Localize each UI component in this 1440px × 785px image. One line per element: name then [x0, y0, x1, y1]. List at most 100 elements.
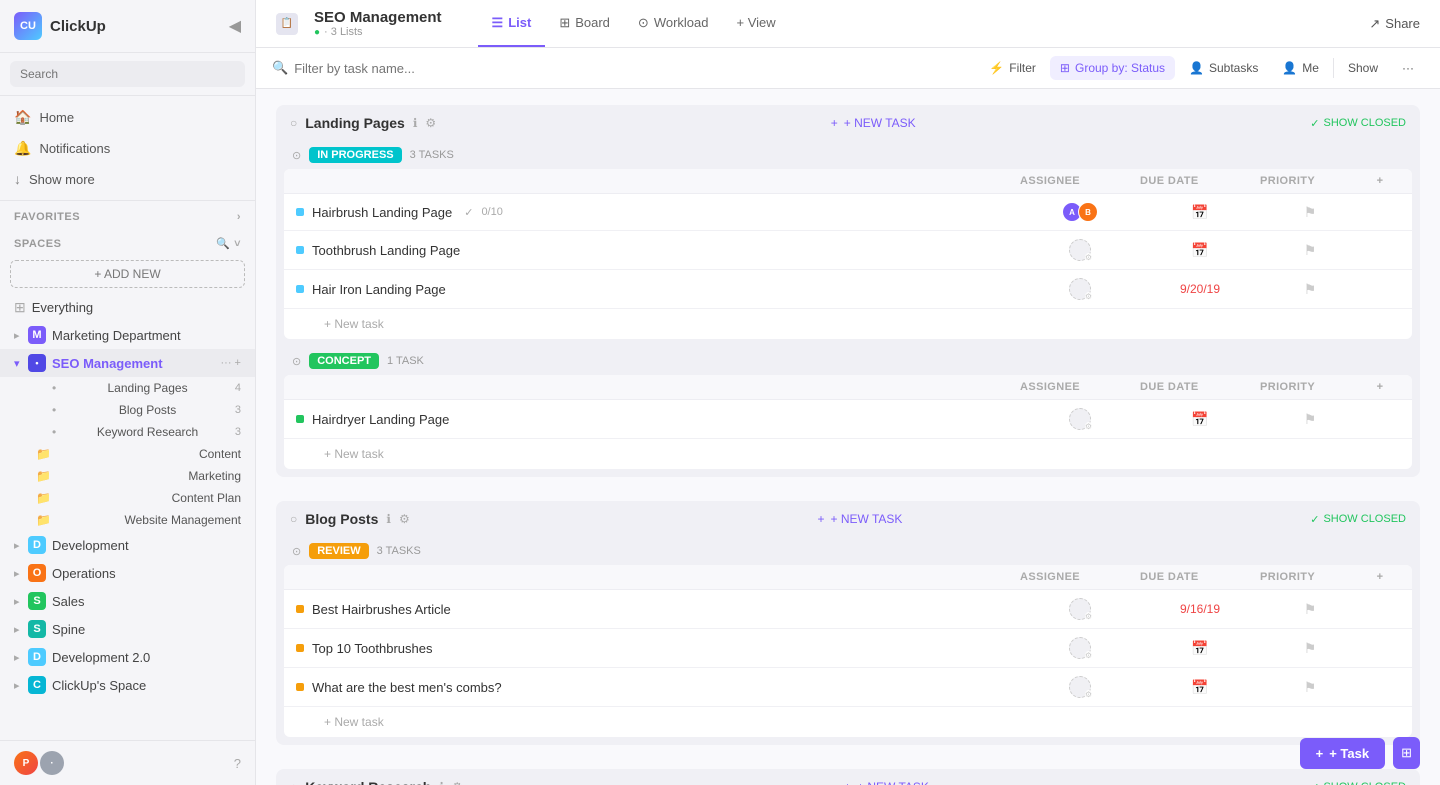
seo-mgmt-actions[interactable]: ··· + [221, 357, 241, 369]
section-info-icon3[interactable]: ℹ [439, 780, 444, 785]
section-settings-icon2[interactable]: ⚙ [399, 512, 410, 526]
sidebar-item-marketing-department[interactable]: ▸ M Marketing Department [0, 321, 255, 349]
table-row[interactable]: Best Hairbrushes Article 9/16/19 ⚑ [284, 590, 1412, 629]
priority-cell[interactable]: ⚑ [1260, 281, 1360, 298]
sidebar-item-seo-management[interactable]: ▾ • SEO Management ··· + [0, 349, 255, 377]
folder-icon3: 📁 [36, 491, 51, 505]
sidebar-item-website-mgmt[interactable]: 📁 Website Management [0, 509, 255, 531]
col-assignee: ASSIGNEE [1020, 175, 1140, 187]
section-info-icon2[interactable]: ℹ [386, 512, 391, 526]
section-settings-icon[interactable]: ⚙ [425, 116, 436, 130]
section-keyword-research-header: ○ Keyword Research ℹ ⚙ + + NEW TASK ✓ SH… [276, 769, 1420, 785]
filter-input[interactable] [294, 61, 470, 76]
user-avatar[interactable]: P [14, 751, 38, 775]
section-add-task-button2[interactable]: + + NEW TASK [818, 512, 903, 526]
notifications-icon: 🔔 [14, 140, 31, 157]
sidebar-item-everything[interactable]: ⊞ Everything [0, 294, 255, 321]
tab-workload[interactable]: ⊙ Workload [624, 1, 723, 47]
sidebar-item-dev2[interactable]: ▸ D Development 2.0 [0, 643, 255, 671]
sidebar-item-clickup-space[interactable]: ▸ C ClickUp's Space [0, 671, 255, 699]
section-add-task-button[interactable]: + + NEW TASK [831, 116, 916, 130]
sidebar-item-sales[interactable]: ▸ S Sales [0, 587, 255, 615]
everything-label: Everything [32, 300, 93, 315]
tab-board[interactable]: ⊞ Board [545, 1, 624, 47]
sidebar-item-content-plan[interactable]: 📁 Content Plan [0, 487, 255, 509]
dot-icon: • [52, 381, 56, 395]
add-task-button[interactable]: + + Task [1300, 738, 1385, 769]
priority-cell[interactable]: ⚑ [1260, 242, 1360, 259]
me-button[interactable]: 👤 Me [1272, 56, 1329, 80]
col-add3[interactable]: + [1360, 571, 1400, 583]
subtasks-button[interactable]: 👤 Subtasks [1179, 56, 1268, 80]
priority-cell[interactable]: ⚑ [1260, 601, 1360, 618]
priority-cell[interactable]: ⚑ [1260, 411, 1360, 428]
status-group-concept: ⊙ CONCEPT 1 TASK ASSIGNEE DUE DATE PRIOR… [284, 347, 1412, 469]
sidebar-item-home[interactable]: 🏠 Home [0, 102, 255, 133]
more-button[interactable]: ··· [1392, 56, 1424, 80]
section-collapse-icon4[interactable]: ○ [290, 780, 297, 785]
help-button[interactable]: ? [234, 756, 241, 771]
sidebar-item-notifications[interactable]: 🔔 Notifications [0, 133, 255, 164]
section-collapse-icon3[interactable]: ○ [290, 512, 297, 526]
user-avatar2[interactable]: · [40, 751, 64, 775]
show-closed-button3[interactable]: ✓ SHOW CLOSED [1310, 781, 1406, 785]
table-row[interactable]: Hairdryer Landing Page 📅 ⚑ [284, 400, 1412, 439]
due-date-cell: 📅 [1140, 242, 1260, 259]
filter-icon: ⚡ [989, 61, 1004, 75]
table-row[interactable]: Hairbrush Landing Page ✓ 0/10 A B 📅 ⚑ [284, 194, 1412, 231]
task-dot-icon [296, 246, 304, 254]
sidebar-show-more-label: Show more [29, 172, 95, 187]
status-collapse-icon[interactable]: ⊙ [292, 149, 301, 162]
project-title: SEO Management [314, 9, 442, 26]
add-task-more-button[interactable]: ⊞ [1393, 737, 1420, 769]
group-by-button[interactable]: ⊞ Group by: Status [1050, 56, 1175, 80]
spaces-actions[interactable]: 🔍 ˅ [216, 237, 241, 250]
section-add-task-button3[interactable]: + + NEW TASK [844, 780, 929, 785]
sidebar-item-spine[interactable]: ▸ S Spine [0, 615, 255, 643]
table-row[interactable]: What are the best men's combs? 📅 ⚑ [284, 668, 1412, 707]
show-button[interactable]: Show [1338, 56, 1388, 80]
search-input[interactable] [10, 61, 245, 87]
tab-add-view[interactable]: + View [723, 1, 790, 47]
show-closed-button[interactable]: ✓ SHOW CLOSED [1310, 117, 1406, 130]
sidebar-item-marketing[interactable]: 📁 Marketing [0, 465, 255, 487]
status-count-review: 3 TASKS [377, 545, 421, 557]
add-new-button[interactable]: + ADD NEW [10, 260, 245, 288]
filter-button[interactable]: ⚡ Filter [979, 56, 1046, 80]
status-collapse-icon3[interactable]: ⊙ [292, 545, 301, 558]
task-name-cell: Best Hairbrushes Article [296, 602, 1020, 617]
col-due-date: DUE DATE [1140, 175, 1260, 187]
sidebar-collapse-button[interactable]: ◀ [229, 16, 241, 36]
priority-cell[interactable]: ⚑ [1260, 679, 1360, 696]
sidebar-item-keyword-research[interactable]: • Keyword Research 3 [0, 421, 255, 443]
table-row[interactable]: Toothbrush Landing Page 📅 ⚑ [284, 231, 1412, 270]
favorites-actions[interactable]: › [237, 211, 241, 223]
sidebar-item-blog-posts[interactable]: • Blog Posts 3 [0, 399, 255, 421]
tab-list[interactable]: ☰ List [478, 1, 546, 47]
section-info-icon[interactable]: ℹ [413, 116, 418, 130]
table-row[interactable]: Top 10 Toothbrushes 📅 ⚑ [284, 629, 1412, 668]
table-row[interactable]: Hair Iron Landing Page 9/20/19 ⚑ [284, 270, 1412, 309]
sidebar-item-landing-pages[interactable]: • Landing Pages 4 [0, 377, 255, 399]
col-add[interactable]: + [1360, 175, 1400, 187]
section-settings-icon3[interactable]: ⚙ [452, 780, 463, 785]
spine-icon: S [28, 620, 46, 638]
toolbar-divider [1333, 58, 1334, 78]
share-button[interactable]: ↗ Share [1369, 16, 1420, 32]
sidebar-item-show-more[interactable]: ↓ Show more [0, 164, 255, 194]
status-header-concept: ⊙ CONCEPT 1 TASK [284, 347, 1412, 375]
sidebar-item-content[interactable]: 📁 Content [0, 443, 255, 465]
sidebar-item-development[interactable]: ▸ D Development [0, 531, 255, 559]
section-collapse-icon[interactable]: ○ [290, 116, 297, 130]
col-add2[interactable]: + [1360, 381, 1400, 393]
priority-cell[interactable]: ⚑ [1260, 640, 1360, 657]
show-closed-button2[interactable]: ✓ SHOW CLOSED [1310, 513, 1406, 526]
new-task-button[interactable]: + New task [284, 707, 1412, 737]
due-date-cell: 9/16/19 [1140, 602, 1260, 616]
assignee-cell [1020, 239, 1140, 261]
status-collapse-icon2[interactable]: ⊙ [292, 355, 301, 368]
priority-cell[interactable]: ⚑ [1260, 204, 1360, 221]
new-task-button[interactable]: + New task [284, 309, 1412, 339]
new-task-button[interactable]: + New task [284, 439, 1412, 469]
sidebar-item-operations[interactable]: ▸ O Operations [0, 559, 255, 587]
